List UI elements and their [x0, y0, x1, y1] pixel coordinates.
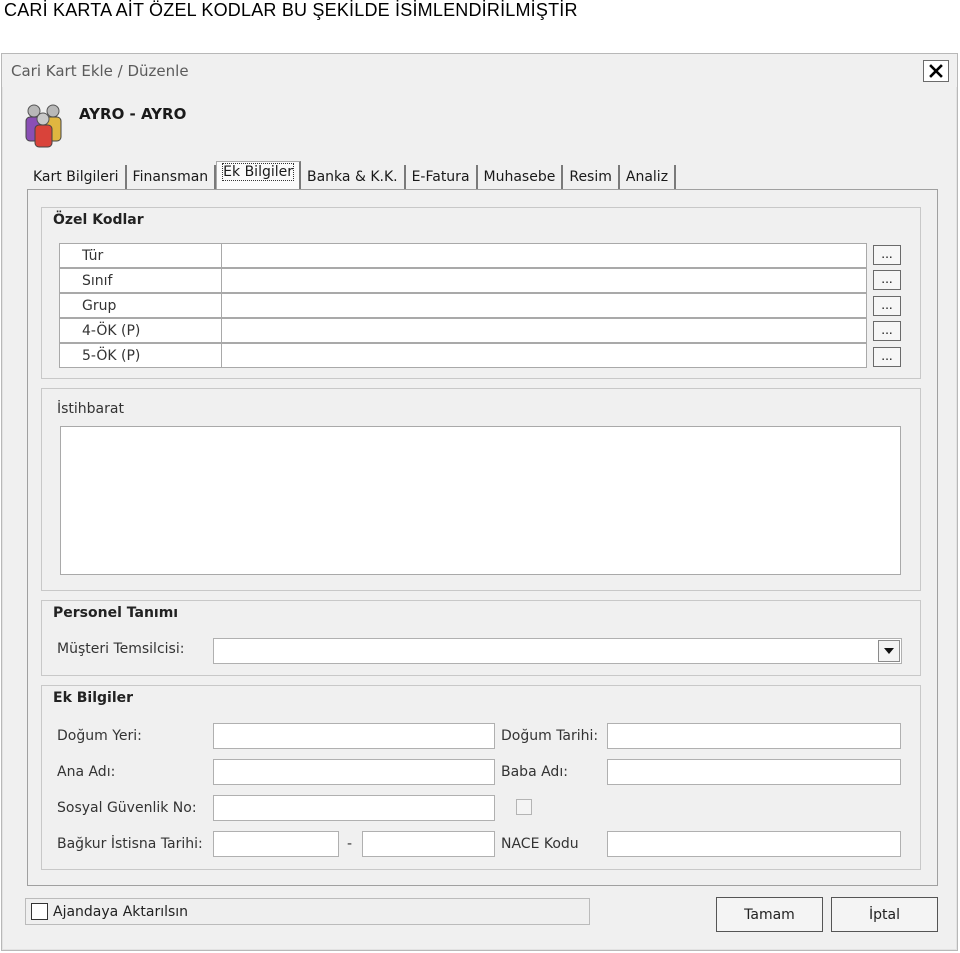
tab-label: E-Fatura: [411, 169, 470, 185]
group-title: Personel Tanımı: [53, 605, 179, 621]
select-5ok-button[interactable]: ...: [873, 347, 901, 367]
bagkur-start-input[interactable]: [213, 831, 339, 857]
tab-ek-bilgiler[interactable]: Ek Bilgiler: [216, 161, 301, 189]
code-value-field[interactable]: [222, 294, 866, 317]
close-icon: [929, 64, 943, 78]
tab-label: Muhasebe: [483, 169, 556, 185]
sgk-label: Sosyal Güvenlik No:: [57, 800, 197, 816]
group-title: Özel Kodlar: [53, 212, 144, 228]
code-value-field[interactable]: [222, 319, 866, 342]
dogum-yeri-label: Doğum Yeri:: [57, 728, 142, 744]
code-value-field[interactable]: [222, 344, 866, 367]
istihbarat-group: İstihbarat: [41, 388, 921, 591]
ek-bilgiler-group: Ek Bilgiler Doğum Yeri: Doğum Tarihi: An…: [41, 685, 921, 870]
baba-adi-label: Baba Adı:: [501, 764, 568, 780]
code-label: Grup: [60, 294, 222, 317]
tab-muhasebe[interactable]: Muhasebe: [478, 165, 564, 189]
cancel-button[interactable]: İptal: [831, 897, 938, 932]
ajanda-checkbox[interactable]: [31, 903, 48, 920]
musteri-temsilcisi-label: Müşteri Temsilcisi:: [57, 641, 185, 657]
tab-label: Kart Bilgileri: [33, 169, 119, 185]
tab-label: Ek Bilgiler: [222, 163, 294, 181]
window-title: Cari Kart Ekle / Düzenle: [11, 62, 189, 80]
nace-label: NACE Kodu: [501, 836, 579, 852]
tab-banka-kk[interactable]: Banka & K.K.: [301, 165, 406, 189]
tab-label: Resim: [569, 169, 612, 185]
group-title: Ek Bilgiler: [53, 690, 134, 706]
bagkur-label: Bağkur İstisna Tarihi:: [57, 836, 203, 852]
ajanda-label: Ajandaya Aktarılsın: [53, 903, 189, 920]
range-separator: -: [347, 836, 353, 852]
istihbarat-label: İstihbarat: [57, 401, 124, 417]
dogum-tarihi-input[interactable]: [607, 723, 901, 749]
users-icon: [25, 104, 62, 148]
ok-button[interactable]: Tamam: [716, 897, 823, 932]
ana-adi-input[interactable]: [213, 759, 495, 785]
select-sinif-button[interactable]: ...: [873, 270, 901, 290]
bagkur-end-input[interactable]: [362, 831, 495, 857]
code-label: Tür: [60, 244, 222, 267]
tab-label: Banka & K.K.: [307, 169, 398, 185]
code-label: 5-ÖK (P): [60, 344, 222, 367]
dropdown-button[interactable]: [878, 640, 900, 662]
ajanda-checkbox-row[interactable]: Ajandaya Aktarılsın: [25, 898, 590, 925]
select-4ok-button[interactable]: ...: [873, 321, 901, 341]
company-name: AYRO - AYRO: [79, 105, 187, 123]
select-tur-button[interactable]: ...: [873, 245, 901, 265]
nace-input[interactable]: [607, 831, 901, 857]
tab-resim[interactable]: Resim: [563, 165, 620, 189]
title-bar: Cari Kart Ekle / Düzenle: [2, 54, 957, 87]
dogum-tarihi-label: Doğum Tarihi:: [501, 728, 599, 744]
code-value-field[interactable]: [222, 269, 866, 292]
istihbarat-memo[interactable]: [60, 426, 901, 575]
code-row-tur: Tür: [59, 243, 867, 268]
tab-content-ek-bilgiler: Özel Kodlar Tür ... Sınıf ... Grup ... 4…: [27, 189, 938, 886]
tab-analiz[interactable]: Analiz: [620, 165, 677, 189]
tab-e-fatura[interactable]: E-Fatura: [406, 165, 478, 189]
select-grup-button[interactable]: ...: [873, 296, 901, 316]
code-row-grup: Grup: [59, 293, 867, 318]
code-row-4ok: 4-ÖK (P): [59, 318, 867, 343]
ozel-kodlar-group: Özel Kodlar Tür ... Sınıf ... Grup ... 4…: [41, 207, 921, 379]
cari-kart-dialog: Cari Kart Ekle / Düzenle AYRO - AYRO Kar…: [1, 53, 958, 951]
code-value-field[interactable]: [222, 244, 866, 267]
close-button[interactable]: [923, 60, 949, 82]
code-label: Sınıf: [60, 269, 222, 292]
tab-label: Finansman: [132, 169, 209, 185]
baba-adi-input[interactable]: [607, 759, 901, 785]
tab-label: Analiz: [625, 169, 669, 185]
dogum-yeri-input[interactable]: [213, 723, 495, 749]
code-label: 4-ÖK (P): [60, 319, 222, 342]
musteri-temsilcisi-select[interactable]: [213, 638, 902, 664]
tab-finansman[interactable]: Finansman: [127, 165, 217, 189]
ana-adi-label: Ana Adı:: [57, 764, 116, 780]
code-row-5ok: 5-ÖK (P): [59, 343, 867, 368]
code-row-sinif: Sınıf: [59, 268, 867, 293]
chevron-down-icon: [884, 648, 894, 654]
sgk-input[interactable]: [213, 795, 495, 821]
personel-group: Personel Tanımı Müşteri Temsilcisi:: [41, 600, 921, 676]
sgk-checkbox[interactable]: [516, 799, 532, 815]
tab-kart-bilgileri[interactable]: Kart Bilgileri: [27, 165, 127, 189]
page-caption: CARİ KARTA AİT ÖZEL KODLAR BU ŞEKİLDE İS…: [4, 0, 578, 20]
tab-strip: Kart Bilgileri Finansman Ek Bilgiler Ban…: [27, 161, 677, 189]
